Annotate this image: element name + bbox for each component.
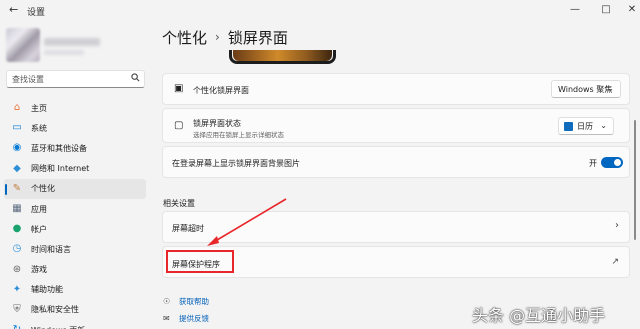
scrollbar[interactable] (634, 120, 636, 240)
search-placeholder: 查找设置 (12, 75, 44, 84)
sidebar-item-label: 应用 (31, 204, 47, 214)
app-title: 设置 (27, 8, 46, 18)
user-email-redacted (44, 50, 84, 55)
link-label: 提供反馈 (179, 314, 209, 323)
setting-title: 在登录屏幕上显示锁屏界面背景图片 (172, 159, 300, 168)
accessibility-icon: ✦ (12, 283, 22, 295)
apps-icon: ▦ (12, 203, 22, 215)
setting-row-show-background-signin: 在登录屏幕上显示锁屏界面背景图片 开 (162, 146, 630, 178)
sidebar-item-update[interactable]: ↻ Windows 更新 (4, 320, 146, 329)
calendar-icon (564, 121, 573, 131)
annotation-arrow (207, 198, 287, 246)
lockscreen-source-dropdown[interactable]: Windows 聚焦 ⌄ (551, 80, 621, 98)
breadcrumb-separator: › (215, 30, 220, 44)
sidebar-item-home[interactable]: ⌂ 主页 (4, 98, 146, 118)
sidebar-item-label: 网络和 Internet (31, 164, 90, 174)
dropdown-value: Windows 聚焦 (558, 84, 613, 94)
avatar (6, 28, 40, 62)
sidebar-item-shield[interactable]: ⛨ 隐私和安全性 (4, 300, 146, 320)
chevron-down-icon: ⌄ (600, 121, 607, 130)
sidebar-item-gaming[interactable]: ⊛ 游戏 (4, 260, 146, 280)
back-arrow-icon[interactable]: ← (9, 4, 21, 16)
sidebar-item-network[interactable]: ◆ 网络和 Internet (4, 159, 146, 179)
dropdown-value: 日历 (577, 121, 593, 131)
brush-icon: ✎ (12, 182, 22, 194)
sidebar-item-apps[interactable]: ▦ 应用 (4, 199, 146, 219)
external-link-icon: ↗ (611, 257, 619, 267)
sidebar-item-label: 隐私和安全性 (31, 305, 79, 315)
signin-background-toggle[interactable] (601, 157, 623, 168)
sidebar-item-label: 帐户 (31, 224, 47, 234)
user-name-redacted (44, 38, 100, 46)
sidebar-item-account[interactable]: ● 帐户 (4, 219, 146, 239)
system-icon: ▭ (12, 122, 22, 134)
user-profile[interactable] (6, 28, 106, 62)
time-language-icon: ◷ (12, 243, 22, 255)
minimize-button[interactable]: — (567, 3, 583, 17)
setting-subtitle: 选择应用在锁屏上显示详细状态 (193, 131, 284, 139)
sidebar-item-label: 时间和语言 (31, 244, 71, 254)
breadcrumb: 个性化 › 锁屏界面 (162, 26, 288, 48)
link-label: 获取帮助 (179, 297, 209, 306)
gaming-icon: ⊛ (12, 263, 22, 275)
get-help-link[interactable]: ☉ 获取帮助 (163, 296, 209, 307)
sidebar-item-accessibility[interactable]: ✦ 辅助功能 (4, 280, 146, 300)
bluetooth-icon: ◉ (12, 142, 22, 154)
toggle-state-label: 开 (589, 159, 597, 168)
chevron-right-icon: › (615, 220, 619, 231)
shield-icon: ⛨ (13, 303, 21, 315)
lockscreen-preview-frame (229, 50, 336, 64)
lockscreen-status-dropdown[interactable]: 日历 ⌄ (558, 117, 614, 135)
maximize-button[interactable]: □ (598, 3, 614, 17)
monitor-icon: ▣ (174, 83, 184, 94)
sidebar-item-label: Windows 更新 (31, 325, 85, 329)
status-icon: ▢ (174, 120, 184, 131)
sidebar-item-label: 系统 (31, 123, 47, 133)
sidebar-item-brush[interactable]: ✎ 个性化 (4, 178, 146, 199)
sidebar-item-label: 辅助功能 (31, 285, 63, 295)
title-bar: ← 设置 — □ ✕ (0, 0, 640, 22)
setting-title: 个性化锁屏界面 (193, 86, 249, 95)
search-icon (131, 73, 140, 85)
sidebar-nav: ⌂ 主页 ▭ 系统 ◉ 蓝牙和其他设备 ◆ 网络和 Internet ✎ 个性化 ▦ 应用 ● 帐户 ◷ 时间… (4, 98, 146, 329)
page-title: 锁屏界面 (227, 28, 288, 47)
breadcrumb-parent[interactable]: 个性化 (162, 27, 207, 48)
search-input[interactable]: 查找设置 (6, 70, 145, 88)
section-title-related: 相关设置 (163, 199, 195, 208)
toggle-knob (614, 159, 621, 166)
setting-title: 锁屏界面状态 (193, 119, 241, 128)
chevron-down-icon: ⌄ (607, 84, 614, 93)
help-icon: ☉ (163, 297, 171, 306)
annotation-highlight-box (166, 250, 234, 273)
sidebar-item-bluetooth[interactable]: ◉ 蓝牙和其他设备 (4, 138, 146, 158)
sidebar-item-label: 主页 (31, 103, 47, 113)
sidebar-item-time-language[interactable]: ◷ 时间和语言 (4, 239, 146, 259)
feedback-icon: ✉ (163, 314, 170, 323)
setting-row-lockscreen-status[interactable]: ▢ 锁屏界面状态 选择应用在锁屏上显示详细状态 日历 ⌄ (162, 108, 630, 143)
account-icon: ● (12, 223, 22, 235)
watermark: 头条 @互通小助手 (472, 306, 606, 325)
close-button[interactable]: ✕ (624, 3, 640, 17)
network-icon: ◆ (13, 162, 21, 174)
setting-row-personalize-lockscreen[interactable]: ▣ 个性化锁屏界面 Windows 聚焦 ⌄ (162, 73, 630, 105)
update-icon: ↻ (11, 324, 23, 329)
sidebar-item-system[interactable]: ▭ 系统 (4, 118, 146, 138)
sidebar-item-label: 游戏 (31, 265, 47, 275)
home-icon: ⌂ (13, 102, 21, 114)
sidebar-item-label: 个性化 (31, 184, 55, 194)
give-feedback-link[interactable]: ✉ 提供反馈 (163, 313, 209, 324)
sidebar-item-label: 蓝牙和其他设备 (31, 143, 87, 153)
